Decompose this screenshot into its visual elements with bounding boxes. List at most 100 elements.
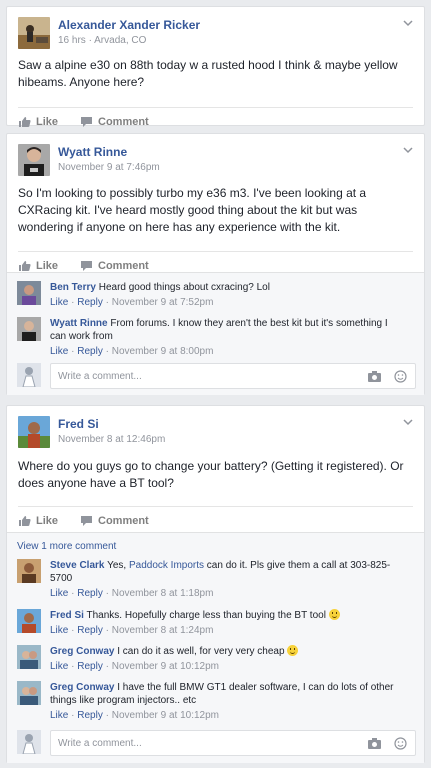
comment-text-start: Yes, — [107, 560, 127, 571]
post-author[interactable]: Alexander Xander Ricker — [58, 18, 200, 32]
avatar[interactable] — [18, 416, 50, 448]
comment-label: Comment — [98, 116, 149, 128]
like-button[interactable]: Like — [18, 515, 58, 527]
comment-author[interactable]: Greg Conway — [50, 682, 114, 693]
comment-time[interactable]: November 9 at 10:12pm — [112, 661, 219, 672]
comment-reply-link[interactable]: Reply — [77, 625, 103, 636]
comment-time[interactable]: November 9 at 7:52pm — [112, 297, 214, 308]
comment-text: I can do it as well, for very very cheap — [117, 646, 285, 657]
post-meta[interactable]: November 8 at 12:46pm — [58, 434, 165, 445]
emoji-icon[interactable] — [394, 370, 407, 386]
post-text: So I'm looking to possibly turbo my e36 … — [18, 186, 367, 234]
avatar[interactable] — [17, 281, 41, 305]
comment-input-placeholder: Write a comment... — [58, 371, 142, 382]
post-card: Fred Si November 8 at 12:46pm Where do y… — [6, 405, 425, 763]
comment-reply-link[interactable]: Reply — [77, 588, 103, 599]
avatar[interactable] — [17, 559, 41, 583]
avatar — [17, 363, 41, 387]
comment-icon — [81, 117, 92, 127]
comment-meta: Like · Reply · November 9 at 10:12pm — [50, 661, 219, 672]
comment-meta: Like · Reply · November 9 at 7:52pm — [50, 297, 214, 308]
post-header: Wyatt Rinne November 9 at 7:46pm — [7, 134, 424, 178]
write-comment-row: Write a comment... — [17, 363, 416, 389]
comment-item: Greg Conway I have the full BMW GT1 deal… — [17, 681, 412, 723]
comment-like-link[interactable]: Like — [50, 346, 68, 357]
comment-like-link[interactable]: Like — [50, 588, 68, 599]
like-label: Like — [36, 515, 59, 527]
comment-body: Greg Conway I can do it as well, for ver… — [50, 645, 405, 673]
comment-author[interactable]: Greg Conway — [50, 646, 114, 657]
post-meta[interactable]: 16 hrs · Arvada, CO — [58, 35, 146, 46]
comment-icon — [81, 516, 92, 526]
avatar[interactable] — [17, 645, 41, 669]
comment-reply-link[interactable]: Reply — [77, 297, 103, 308]
comment-input[interactable]: Write a comment... — [50, 363, 416, 389]
like-button[interactable]: Like — [18, 116, 58, 128]
avatar[interactable] — [18, 17, 50, 49]
camera-icon[interactable] — [368, 371, 381, 385]
smile-emoji-icon — [328, 609, 340, 620]
like-button[interactable]: Like — [18, 260, 58, 272]
post-header: Alexander Xander Ricker 16 hrs · Arvada,… — [7, 7, 424, 51]
comment-like-link[interactable]: Like — [50, 710, 68, 721]
like-label: Like — [36, 260, 59, 272]
comment-reply-link[interactable]: Reply — [77, 710, 103, 721]
post-card: Wyatt Rinne November 9 at 7:46pm So I'm … — [6, 133, 425, 395]
comment-meta: Like · Reply · November 8 at 1:18pm — [50, 588, 214, 599]
post-meta[interactable]: November 9 at 7:46pm — [58, 162, 160, 173]
comment-author[interactable]: Fred Si — [50, 610, 84, 621]
chevron-down-icon[interactable] — [402, 416, 414, 428]
comment-reply-link[interactable]: Reply — [77, 661, 103, 672]
comments-section: Ben Terry Heard good things about cxraci… — [7, 272, 424, 395]
thumbs-up-icon — [19, 117, 31, 127]
comment-item: Greg Conway I can do it as well, for ver… — [17, 645, 412, 675]
avatar[interactable] — [17, 317, 41, 341]
comment-button[interactable]: Comment — [80, 515, 149, 527]
comment-button[interactable]: Comment — [80, 116, 149, 128]
comment-input[interactable]: Write a comment... — [50, 730, 416, 756]
comment-time[interactable]: November 9 at 10:12pm — [112, 710, 219, 721]
post-header: Fred Si November 8 at 12:46pm — [7, 406, 424, 450]
post-author[interactable]: Fred Si — [58, 417, 99, 431]
post-text: Saw a alpine e30 on 88th today w a ruste… — [18, 58, 398, 89]
post-card: Alexander Xander Ricker 16 hrs · Arvada,… — [6, 6, 425, 128]
comment-like-link[interactable]: Like — [50, 625, 68, 636]
comment-button[interactable]: Comment — [80, 260, 149, 272]
smile-emoji-icon — [287, 645, 299, 656]
comment-meta: Like · Reply · November 9 at 8:00pm — [50, 346, 214, 357]
camera-icon[interactable] — [368, 738, 381, 752]
comment-author[interactable]: Steve Clark — [50, 560, 104, 571]
comment-text: Heard good things about cxracing? Lol — [98, 282, 270, 293]
comment-time[interactable]: November 8 at 1:18pm — [112, 588, 214, 599]
avatar[interactable] — [17, 609, 41, 633]
like-label: Like — [36, 116, 59, 128]
avatar[interactable] — [18, 144, 50, 176]
chevron-down-icon[interactable] — [402, 144, 414, 156]
comment-item: Steve Clark Yes, Paddock Imports can do … — [17, 559, 412, 601]
avatar[interactable] — [17, 681, 41, 705]
emoji-icon[interactable] — [394, 737, 407, 753]
comment-label: Comment — [98, 260, 149, 272]
comment-meta: Like · Reply · November 8 at 1:24pm — [50, 625, 214, 636]
write-comment-row: Write a comment... — [17, 730, 416, 756]
comment-body: Ben Terry Heard good things about cxraci… — [50, 281, 405, 309]
comment-body: Greg Conway I have the full BMW GT1 deal… — [50, 681, 405, 722]
page-link[interactable]: Paddock Imports — [129, 560, 204, 571]
thumbs-up-icon — [19, 261, 31, 271]
comment-time[interactable]: November 9 at 8:00pm — [112, 346, 214, 357]
comment-time[interactable]: November 8 at 1:24pm — [112, 625, 214, 636]
comment-author[interactable]: Wyatt Rinne — [50, 318, 108, 329]
post-author[interactable]: Wyatt Rinne — [58, 145, 127, 159]
comment-like-link[interactable]: Like — [50, 661, 68, 672]
comment-like-link[interactable]: Like — [50, 297, 68, 308]
post-text: Where do you guys go to change your batt… — [18, 459, 404, 490]
comments-section: View 1 more comment Steve Clark Yes, Pad… — [7, 532, 424, 763]
comment-reply-link[interactable]: Reply — [77, 346, 103, 357]
comment-item: Ben Terry Heard good things about cxraci… — [17, 281, 412, 311]
avatar — [17, 730, 41, 754]
chevron-down-icon[interactable] — [402, 17, 414, 29]
comment-item: Fred Si Thanks. Hopefully charge less th… — [17, 609, 412, 639]
comment-icon — [81, 261, 92, 271]
comment-author[interactable]: Ben Terry — [50, 282, 96, 293]
view-more-comments-link[interactable]: View 1 more comment — [17, 541, 116, 552]
